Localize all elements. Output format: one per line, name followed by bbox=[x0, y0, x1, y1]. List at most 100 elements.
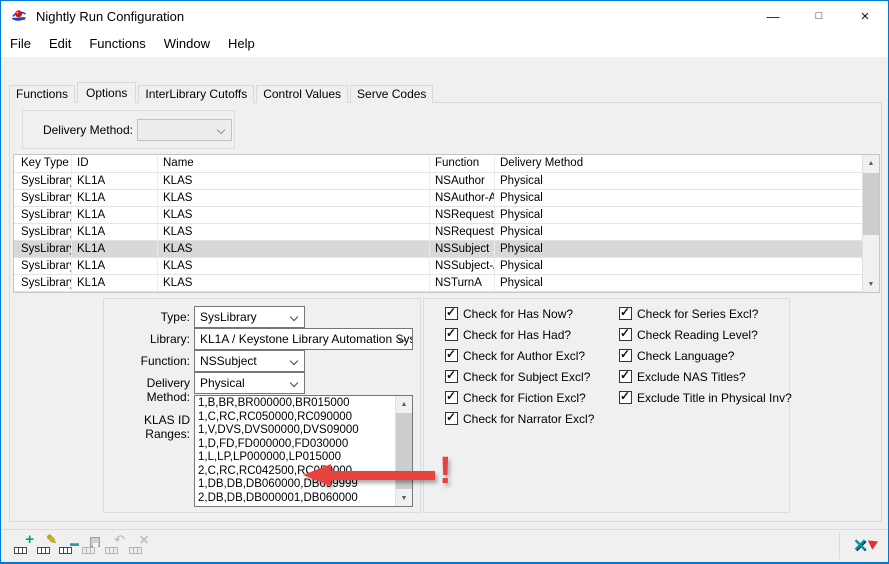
check-icon: ✓ bbox=[620, 368, 630, 382]
grid-scrollbar[interactable]: ▲ ▼ bbox=[862, 155, 879, 292]
checkbox-box[interactable]: ✓ bbox=[445, 349, 458, 362]
library-combo[interactable]: KL1A / Keystone Library Automation Syste bbox=[194, 328, 413, 350]
checkbox-box[interactable]: ✓ bbox=[619, 328, 632, 341]
klas-id-ranges-lines: 1,B,BR,BR000000,BR015000 1,C,RC,RC050000… bbox=[198, 397, 394, 505]
tab-functions[interactable]: Functions bbox=[9, 85, 75, 103]
toolbar-separator bbox=[839, 533, 840, 559]
checkbox-fiction-excl[interactable]: ✓ Check for Fiction Excl? bbox=[445, 390, 586, 405]
col-function: Function bbox=[430, 155, 495, 172]
chevron-down-icon bbox=[290, 379, 298, 387]
checkbox-subject-excl[interactable]: ✓ Check for Subject Excl? bbox=[445, 369, 590, 384]
function-label: Function: bbox=[106, 354, 190, 368]
window-title: Nightly Run Configuration bbox=[36, 9, 184, 24]
tab-control-values[interactable]: Control Values bbox=[256, 85, 348, 103]
delivery-method-label: Delivery Method: bbox=[106, 376, 190, 404]
checkbox-box[interactable]: ✓ bbox=[445, 307, 458, 320]
checkbox-box[interactable]: ✓ bbox=[619, 370, 632, 383]
delivery-method-filter-combo[interactable] bbox=[137, 119, 232, 141]
checkbox-exclude-nas[interactable]: ✓ Exclude NAS Titles? bbox=[619, 369, 746, 384]
exit-button[interactable]: ✕ bbox=[853, 536, 875, 556]
menu-bar: File Edit Functions Window Help bbox=[1, 31, 888, 57]
nightly-run-grid: Key Type ID Name Function Delivery Metho… bbox=[13, 154, 880, 293]
minimize-button[interactable]: — bbox=[750, 1, 796, 31]
delivery-method-combo[interactable]: Physical bbox=[194, 372, 305, 394]
type-combo[interactable]: SysLibrary bbox=[194, 306, 305, 328]
scroll-up-icon[interactable]: ▲ bbox=[396, 396, 412, 412]
table-row[interactable]: SysLibraryKL1AKLASNSAuthorPhysical bbox=[14, 173, 862, 190]
col-key-type: Key Type bbox=[14, 155, 72, 172]
check-icon: ✓ bbox=[620, 389, 630, 403]
cancel-button[interactable]: ✕ bbox=[129, 537, 149, 555]
copy-icon: ▬ bbox=[70, 536, 79, 550]
checkbox-box[interactable]: ✓ bbox=[445, 412, 458, 425]
table-row[interactable]: SysLibraryKL1AKLASNSTurnAPhysical bbox=[14, 275, 862, 292]
chevron-down-icon bbox=[290, 357, 298, 365]
checkbox-box[interactable]: ✓ bbox=[619, 391, 632, 404]
delivery-method-groupbox: Delivery Method: bbox=[22, 110, 235, 149]
checkbox-has-had[interactable]: ✓ Check for Has Had? bbox=[445, 327, 571, 342]
nightly-run-configuration-window: Nightly Run Configuration — □ × File Edi… bbox=[0, 0, 889, 564]
tab-interlibrary-cutoffs[interactable]: InterLibrary Cutoffs bbox=[138, 85, 254, 103]
check-icon: ✓ bbox=[620, 305, 630, 319]
function-combo[interactable]: NSSubject bbox=[194, 350, 305, 372]
checkbox-box[interactable]: ✓ bbox=[619, 307, 632, 320]
bottom-toolbar: + ✎ ▬ ↶ ✕ ✕ bbox=[1, 529, 888, 562]
copy-record-button[interactable]: ▬ bbox=[59, 537, 79, 555]
scroll-up-icon[interactable]: ▲ bbox=[863, 155, 879, 171]
check-icon: ✓ bbox=[446, 368, 456, 382]
undo-icon: ↶ bbox=[114, 533, 125, 547]
col-id: ID bbox=[72, 155, 158, 172]
menu-window[interactable]: Window bbox=[155, 33, 219, 55]
annotation-arrow-icon bbox=[303, 464, 435, 486]
type-label: Type: bbox=[106, 310, 190, 324]
tab-options[interactable]: Options bbox=[77, 82, 136, 103]
grid-scrollbar-thumb[interactable] bbox=[863, 173, 879, 235]
ranges-scrollbar[interactable]: ▲ ▼ bbox=[395, 396, 412, 506]
menu-functions[interactable]: Functions bbox=[80, 33, 154, 55]
range-line: 1,C,RC,RC050000,RC090000 bbox=[198, 411, 394, 425]
menu-file[interactable]: File bbox=[1, 33, 40, 55]
checkbox-box[interactable]: ✓ bbox=[445, 328, 458, 341]
checkbox-narrator-excl[interactable]: ✓ Check for Narrator Excl? bbox=[445, 411, 594, 426]
checkbox-box[interactable]: ✓ bbox=[445, 391, 458, 404]
table-row-selected[interactable]: SysLibraryKL1AKLASNSSubjectPhysical bbox=[14, 241, 862, 258]
table-row[interactable]: SysLibraryKL1AKLASNSRequest-AllPhysical bbox=[14, 224, 862, 241]
klas-app-icon bbox=[10, 7, 28, 25]
check-icon: ✓ bbox=[446, 326, 456, 340]
chevron-down-icon bbox=[290, 313, 298, 321]
undo-button[interactable]: ↶ bbox=[105, 537, 125, 555]
range-line: 2,DB,DB,DB000001,DB060000 bbox=[198, 492, 394, 506]
close-button[interactable]: × bbox=[842, 1, 888, 31]
table-row[interactable]: SysLibraryKL1AKLASNSRequestPhysical bbox=[14, 207, 862, 224]
add-record-button[interactable]: + bbox=[14, 537, 34, 555]
delivery-method-filter-label: Delivery Method: bbox=[29, 123, 133, 137]
checkbox-has-now[interactable]: ✓ Check for Has Now? bbox=[445, 306, 573, 321]
checkbox-box[interactable]: ✓ bbox=[619, 349, 632, 362]
table-row[interactable]: SysLibraryKL1AKLASNSAuthor-AllPhysical bbox=[14, 190, 862, 207]
scroll-down-icon[interactable]: ▼ bbox=[863, 276, 879, 292]
checkbox-language[interactable]: ✓ Check Language? bbox=[619, 348, 734, 363]
checkbox-author-excl[interactable]: ✓ Check for Author Excl? bbox=[445, 348, 585, 363]
edit-pencil-icon: ✎ bbox=[46, 533, 57, 547]
exit-x-icon: ✕ bbox=[853, 536, 867, 556]
checkbox-reading-level[interactable]: ✓ Check Reading Level? bbox=[619, 327, 758, 342]
menu-edit[interactable]: Edit bbox=[40, 33, 80, 55]
check-icon: ✓ bbox=[446, 389, 456, 403]
add-icon: + bbox=[25, 533, 34, 547]
table-row[interactable]: SysLibraryKL1AKLASNSSubject-AllPhysical bbox=[14, 258, 862, 275]
col-delivery-method: Delivery Method bbox=[495, 155, 862, 172]
scroll-down-icon[interactable]: ▼ bbox=[396, 490, 412, 506]
menu-help[interactable]: Help bbox=[219, 33, 264, 55]
chevron-down-icon bbox=[217, 126, 225, 134]
tab-serve-codes[interactable]: Serve Codes bbox=[350, 85, 433, 103]
save-disk-icon bbox=[90, 537, 100, 547]
klas-id-ranges-textarea[interactable]: 1,B,BR,BR000000,BR015000 1,C,RC,RC050000… bbox=[194, 395, 413, 507]
range-line: 1,D,FD,FD000000,FD030000 bbox=[198, 438, 394, 452]
save-record-button[interactable] bbox=[82, 537, 102, 555]
annotation-exclamation: ! bbox=[439, 450, 452, 493]
maximize-button[interactable]: □ bbox=[796, 1, 842, 31]
checkbox-exclude-physical-inv[interactable]: ✓ Exclude Title in Physical Inv? bbox=[619, 390, 792, 405]
edit-record-button[interactable]: ✎ bbox=[37, 537, 57, 555]
checkbox-series-excl[interactable]: ✓ Check for Series Excl? bbox=[619, 306, 758, 321]
checkbox-box[interactable]: ✓ bbox=[445, 370, 458, 383]
